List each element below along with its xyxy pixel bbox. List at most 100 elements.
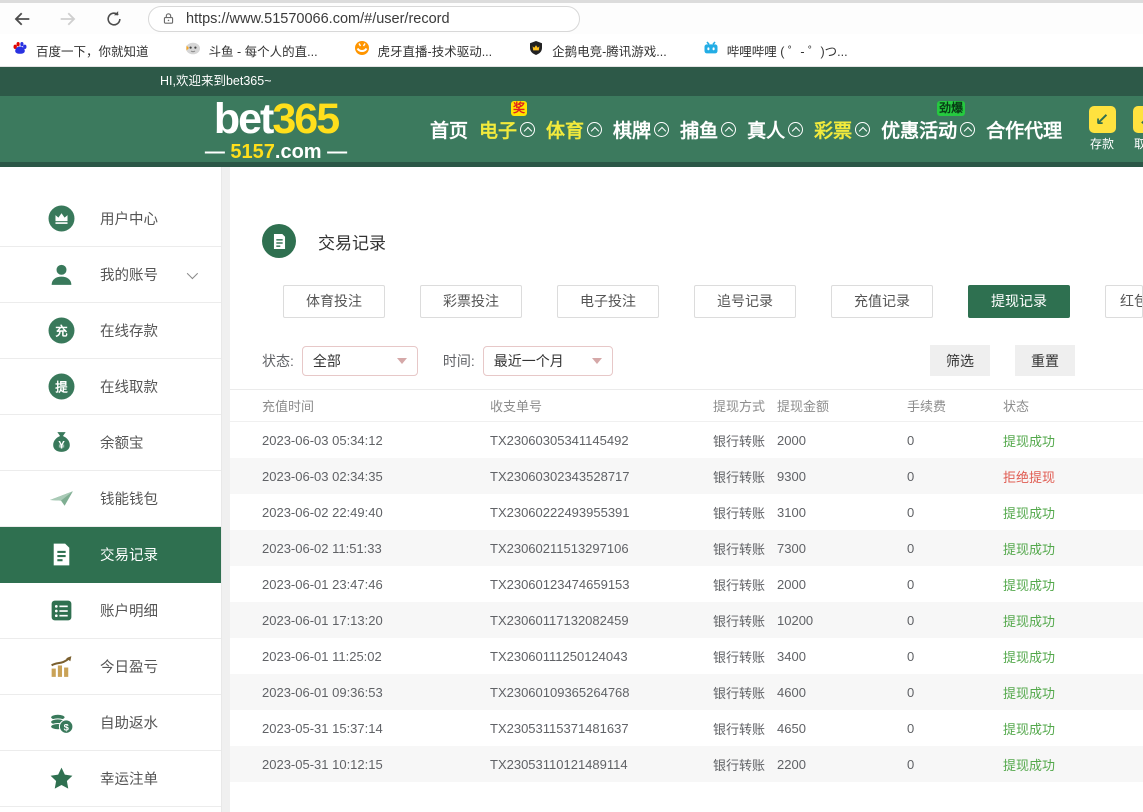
cell-amount: 4600: [777, 685, 897, 700]
quick-action-取款[interactable]: ↗取款: [1129, 106, 1143, 152]
penguin-esports-icon: [528, 40, 544, 61]
cell-fee: 0: [897, 613, 1003, 628]
svg-text:提: 提: [55, 380, 68, 395]
cell-fee: 0: [897, 433, 1003, 448]
cell-order-no: TX23060109365264768: [490, 685, 713, 700]
quick-actions: ↙存款 ↗取款: [1085, 106, 1143, 152]
paper-plane-icon: [48, 485, 75, 512]
cell-method: 银行转账: [713, 647, 777, 666]
user-icon: [48, 261, 75, 288]
quick-action-label: 取款: [1134, 135, 1143, 152]
cell-amount: 2000: [777, 577, 897, 592]
time-select[interactable]: 最近一个月: [483, 346, 613, 376]
nav-item-真人[interactable]: 真人: [747, 116, 803, 143]
sidebar-item-自助返水[interactable]: $ 自助返水: [0, 695, 221, 751]
sidebar-item-label: 在线取款: [100, 376, 158, 397]
nav-item-优惠活动[interactable]: 优惠活动劲爆: [881, 116, 975, 143]
coins-icon: $: [48, 709, 75, 736]
tab-体育投注[interactable]: 体育投注: [283, 285, 385, 318]
bookmarks-bar: 百度一下，你就知道 斗鱼 - 每个人的直... 虎牙直播-技术驱动... 企鹅电竞-腾…: [0, 34, 1143, 67]
cell-amount: 10200: [777, 613, 897, 628]
sidebar-item-在线取款[interactable]: 提 在线取款: [0, 359, 221, 415]
nav-item-棋牌[interactable]: 棋牌: [613, 116, 669, 143]
cell-order-no: TX23060123474659153: [490, 577, 713, 592]
tab-充值记录[interactable]: 充值记录: [831, 285, 933, 318]
status-badge: 提现成功: [1003, 719, 1143, 738]
sidebar-item-交易记录[interactable]: 交易记录: [0, 527, 221, 583]
table-row[interactable]: 2023-06-02 11:51:33TX23060211513297106银行…: [230, 530, 1143, 566]
nav-item-合作代理[interactable]: 合作代理: [986, 116, 1062, 143]
bookmark-item[interactable]: 企鹅电竞-腾讯游戏...: [528, 40, 667, 61]
column-header: 状态: [1003, 396, 1143, 415]
tab-提现记录[interactable]: 提现记录: [968, 285, 1070, 318]
sidebar-item-在线存款[interactable]: 充在线存款: [0, 303, 221, 359]
filter-button[interactable]: 筛选: [930, 345, 990, 376]
bookmark-item[interactable]: 哔哩哔哩 ( ゜- ゜)つ...: [703, 40, 848, 61]
tab-追号记录[interactable]: 追号记录: [694, 285, 796, 318]
reset-button[interactable]: 重置: [1015, 345, 1075, 376]
sidebar-item-label: 钱能钱包: [100, 488, 158, 509]
cell-time: 2023-05-31 15:37:14: [262, 721, 490, 736]
nav-item-首页[interactable]: 首页: [430, 116, 468, 143]
back-icon[interactable]: [10, 7, 34, 31]
sidebar-item-钱能钱包[interactable]: 钱能钱包: [0, 471, 221, 527]
site-logo[interactable]: bet365 — 5157.com —: [183, 98, 369, 162]
tab-红包[interactable]: 红包: [1105, 285, 1143, 318]
sidebar-item-账户明细[interactable]: 账户明细: [0, 583, 221, 639]
cell-order-no: TX23053110121489114: [490, 757, 713, 772]
refresh-icon[interactable]: [102, 7, 126, 31]
sidebar-item-今日盈亏[interactable]: 今日盈亏: [0, 639, 221, 695]
document-icon: [48, 541, 75, 568]
bookmark-item[interactable]: 虎牙直播-技术驱动...: [354, 40, 493, 61]
column-header: 手续费: [897, 396, 1003, 415]
cell-order-no: TX23053115371481637: [490, 721, 713, 736]
nav-item-捕鱼[interactable]: 捕鱼: [680, 116, 736, 143]
table-row[interactable]: 2023-06-03 02:34:35TX23060302343528717银行…: [230, 458, 1143, 494]
quick-action-存款[interactable]: ↙存款: [1085, 106, 1119, 152]
nav-item-label: 优惠活动: [881, 116, 957, 143]
table-row[interactable]: 2023-06-01 17:13:20TX23060117132082459银行…: [230, 602, 1143, 638]
cell-time: 2023-06-01 09:36:53: [262, 685, 490, 700]
table-row[interactable]: 2023-05-31 15:37:14TX23053115371481637银行…: [230, 710, 1143, 746]
sidebar-item-label: 自助返水: [100, 712, 158, 733]
cell-amount: 4650: [777, 721, 897, 736]
nav-item-电子[interactable]: 电子奖: [479, 116, 535, 143]
tab-彩票投注[interactable]: 彩票投注: [420, 285, 522, 318]
nav-item-体育[interactable]: 体育: [546, 116, 602, 143]
status-badge: 提现成功: [1003, 647, 1143, 666]
browser-toolbar: https://www.51570066.com/#/user/record: [0, 3, 1143, 34]
svg-text:充: 充: [55, 324, 68, 339]
cell-time: 2023-06-02 11:51:33: [262, 541, 490, 556]
status-filter-label: 状态:: [262, 351, 294, 371]
tab-电子投注[interactable]: 电子投注: [557, 285, 659, 318]
cell-order-no: TX23060305341145492: [490, 433, 713, 448]
crown-icon: [48, 205, 75, 232]
status-select[interactable]: 全部: [302, 346, 418, 376]
nav-item-label: 电子: [479, 116, 517, 143]
address-bar[interactable]: https://www.51570066.com/#/user/record: [148, 6, 580, 32]
lock-icon: [161, 11, 176, 26]
table-row[interactable]: 2023-06-01 11:25:02TX23060111250124043银行…: [230, 638, 1143, 674]
nav-item-彩票[interactable]: 彩票: [814, 116, 870, 143]
bookmark-item[interactable]: 百度一下，你就知道: [12, 40, 149, 61]
cell-fee: 0: [897, 721, 1003, 736]
nav-item-label: 首页: [430, 116, 468, 143]
sidebar-item-用户中心[interactable]: 用户中心: [0, 191, 221, 247]
cell-time: 2023-06-02 22:49:40: [262, 505, 490, 520]
chevron-circle-icon: [721, 122, 736, 137]
cell-order-no: TX23060222493955391: [490, 505, 713, 520]
sidebar-item-我的账号[interactable]: 我的账号: [0, 247, 221, 303]
sidebar-item-幸运注单[interactable]: 幸运注单: [0, 751, 221, 807]
table-row[interactable]: 2023-06-01 23:47:46TX23060123474659153银行…: [230, 566, 1143, 602]
column-header: 提现方式: [713, 396, 777, 415]
time-filter-label: 时间:: [443, 351, 475, 371]
table-row[interactable]: 2023-05-31 10:12:15TX23053110121489114银行…: [230, 746, 1143, 782]
table-row[interactable]: 2023-06-03 05:34:12TX23060305341145492银行…: [230, 422, 1143, 458]
sidebar-item-余额宝[interactable]: ¥余额宝: [0, 415, 221, 471]
douyu-icon: [185, 40, 201, 61]
logo-subdomain: — 5157.com —: [183, 142, 369, 162]
table-row[interactable]: 2023-06-01 09:36:53TX23060109365264768银行…: [230, 674, 1143, 710]
bookmark-item[interactable]: 斗鱼 - 每个人的直...: [185, 40, 318, 61]
table-row[interactable]: 2023-06-02 22:49:40TX23060222493955391银行…: [230, 494, 1143, 530]
cell-order-no: TX23060211513297106: [490, 541, 713, 556]
